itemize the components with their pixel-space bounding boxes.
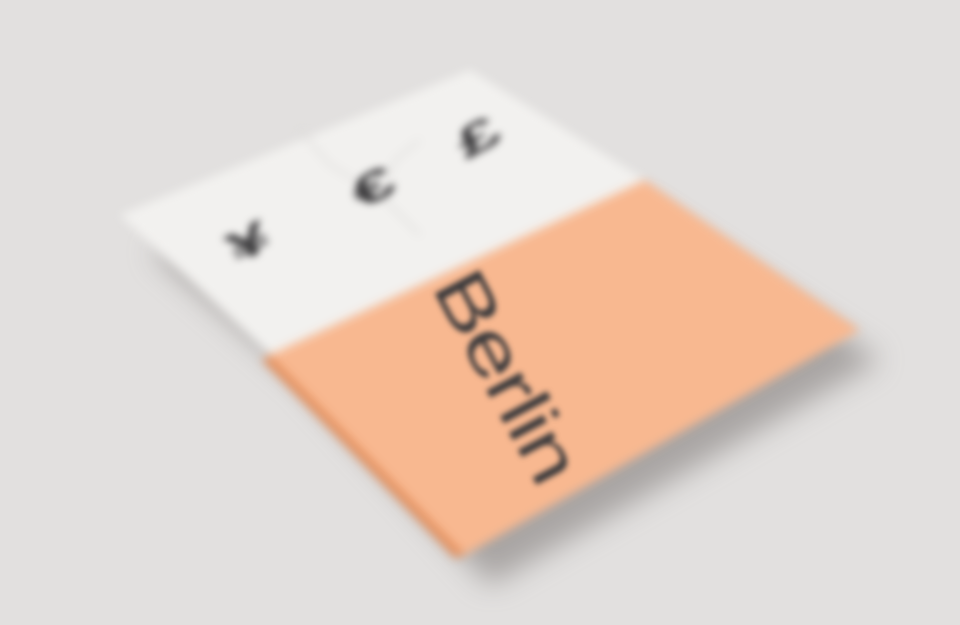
city-word: Berlin (417, 256, 596, 496)
photo-scene: ¥ € £ Berlin (0, 0, 960, 625)
city-name: Berlin (417, 256, 596, 496)
